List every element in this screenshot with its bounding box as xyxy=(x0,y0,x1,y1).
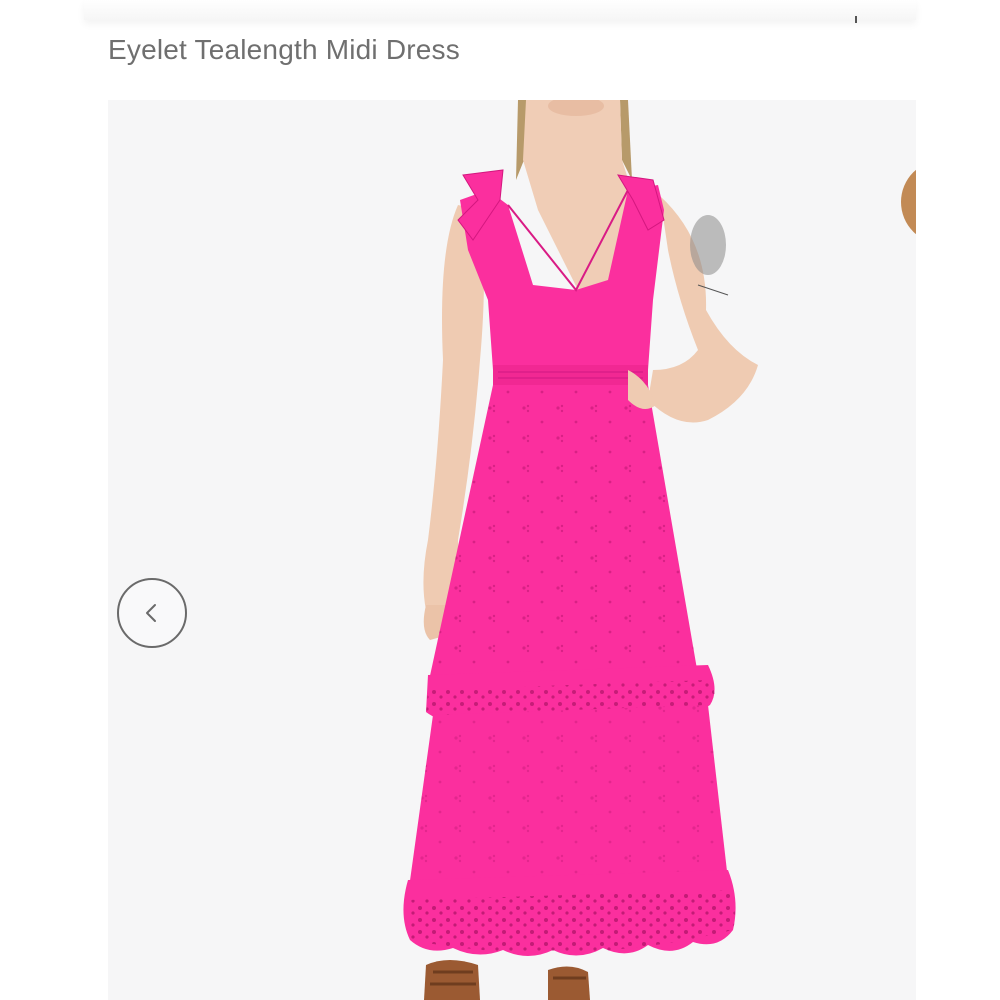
product-image-gallery[interactable] xyxy=(108,100,916,1000)
product-title: Eyelet Tealength Midi Dress xyxy=(108,34,460,65)
header-divider xyxy=(855,16,857,23)
header-strip xyxy=(84,0,916,20)
thumbnail-disc xyxy=(901,160,916,244)
previous-image-button[interactable] xyxy=(117,578,187,648)
product-page: Eyelet Tealength Midi Dress xyxy=(0,0,1000,1000)
chevron-left-icon xyxy=(146,604,156,622)
next-image-thumbnail[interactable] xyxy=(901,160,916,244)
dress-photo xyxy=(403,100,758,1000)
